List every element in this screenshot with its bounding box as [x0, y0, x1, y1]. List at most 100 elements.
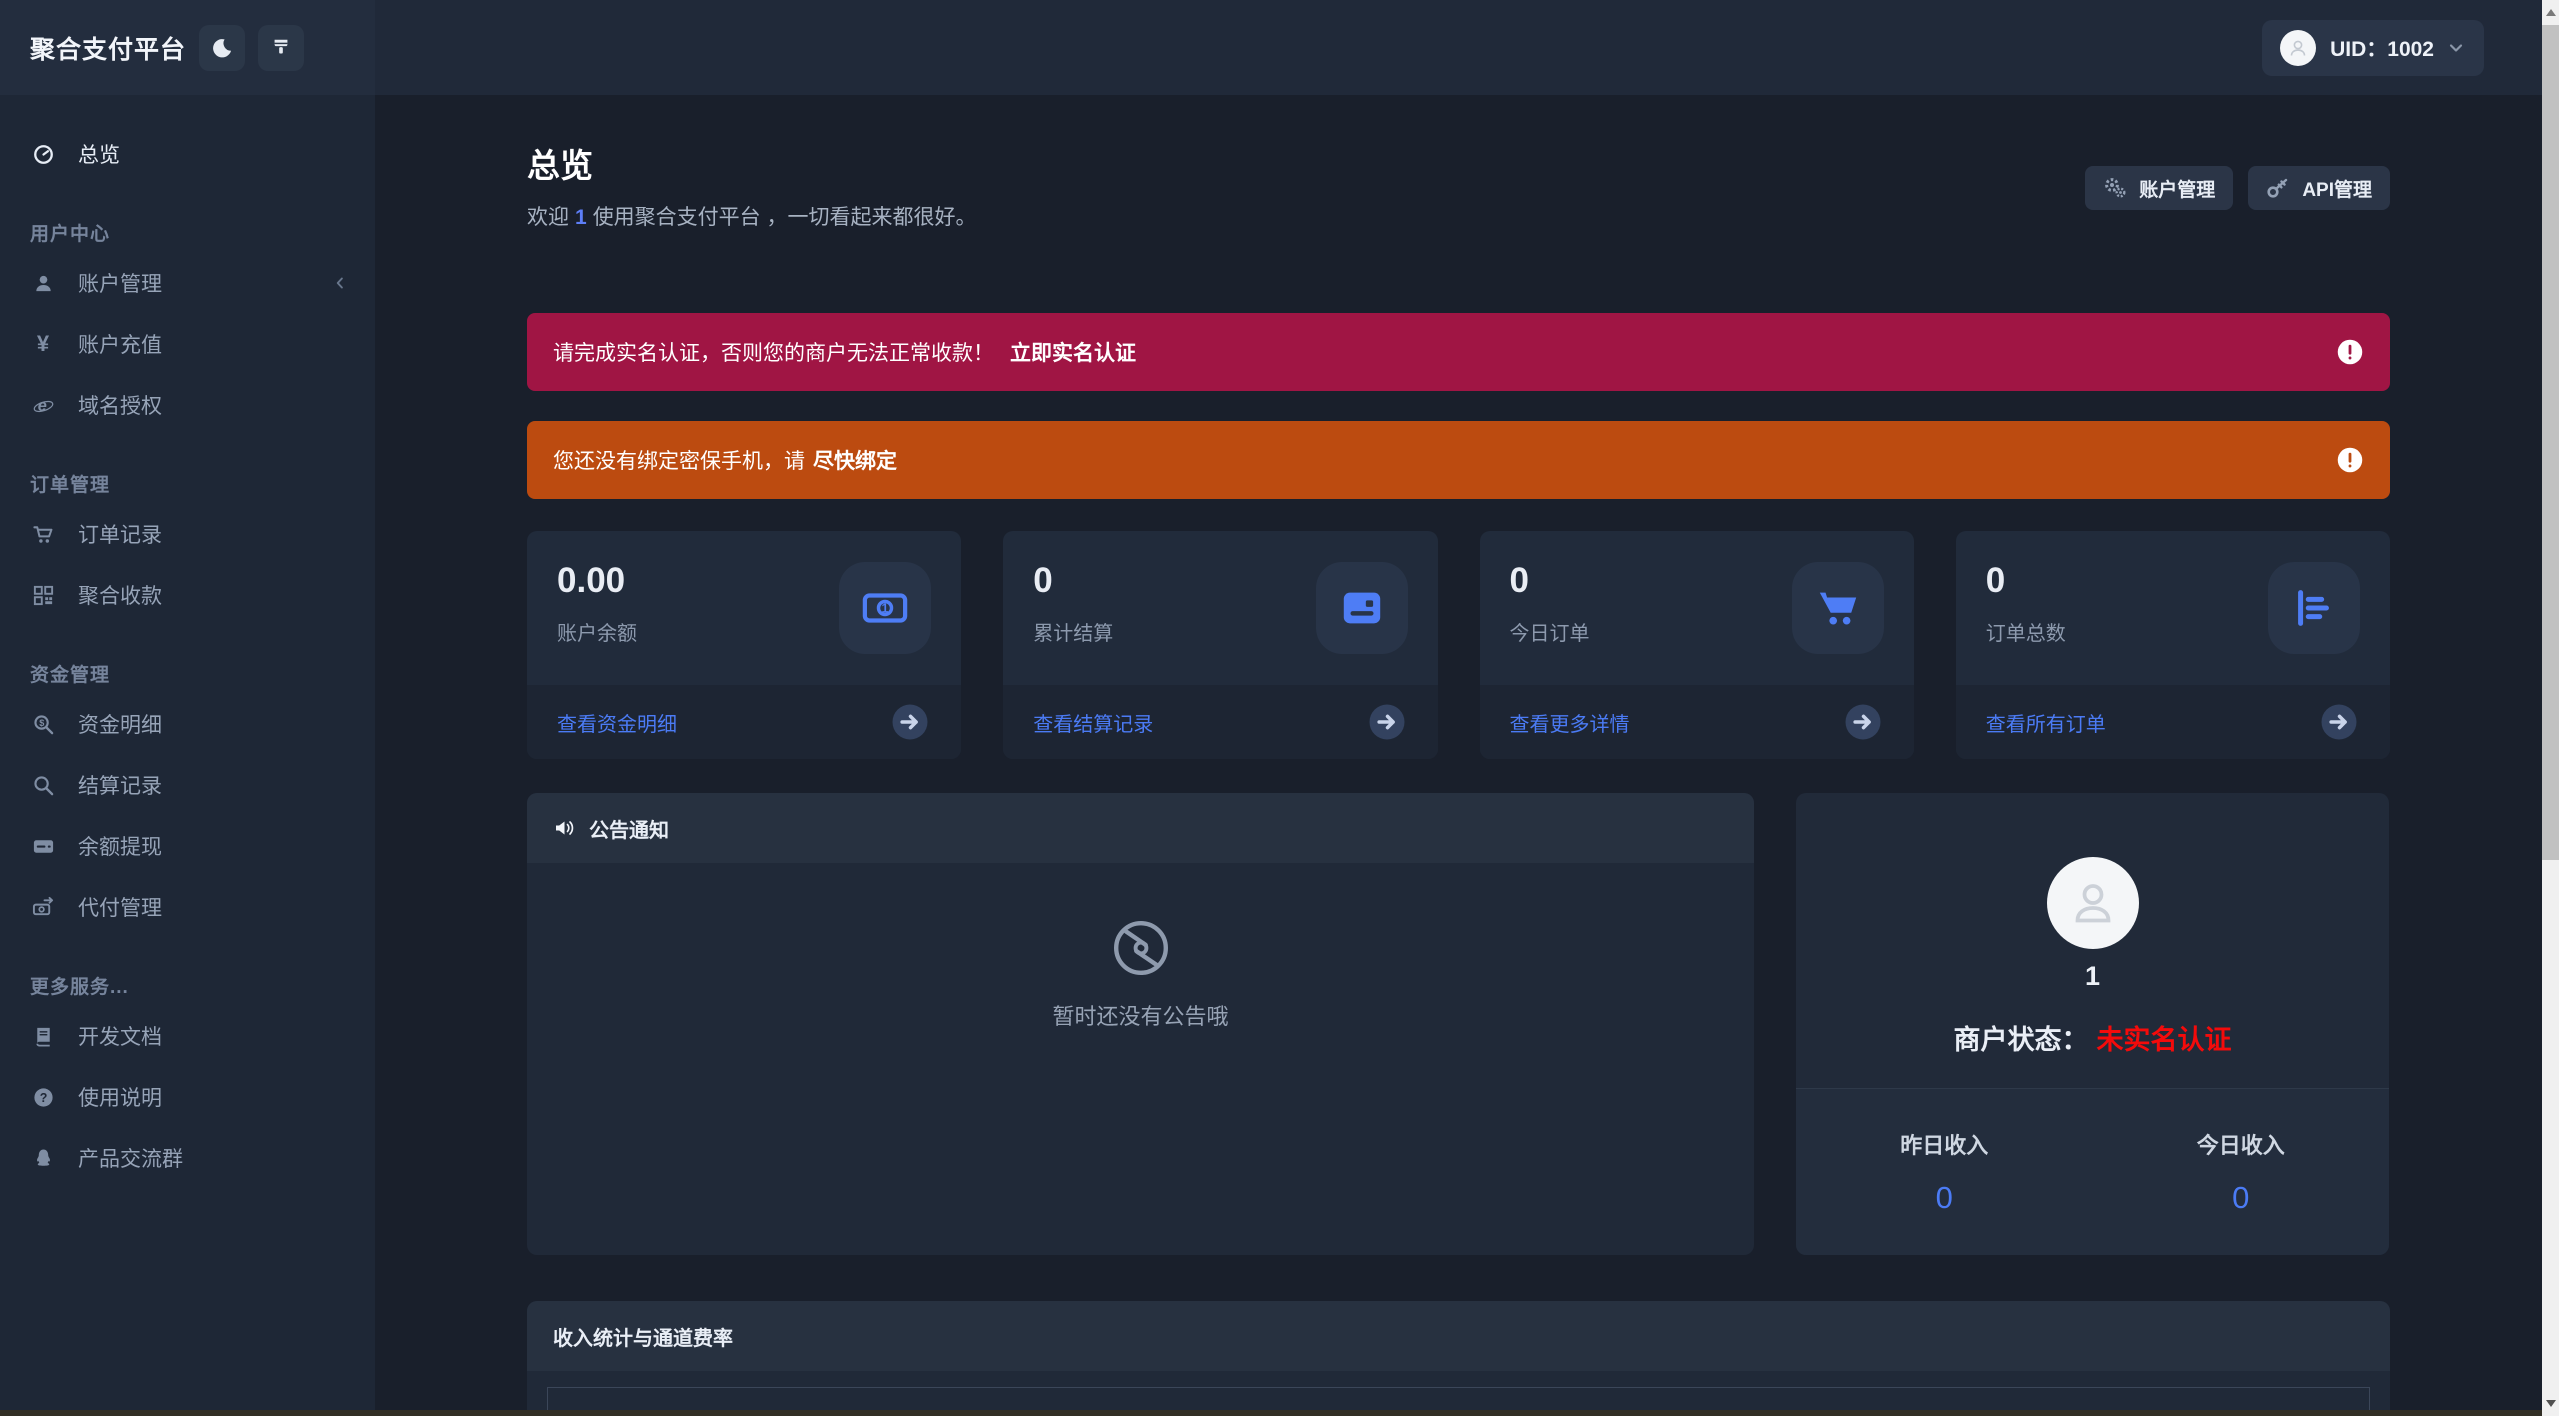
merchant-count: 1	[2084, 961, 2101, 991]
sidebar-item-dev-docs[interactable]: 开发文档	[0, 1009, 375, 1063]
today-orders-card-link[interactable]: 查看更多详情	[1479, 685, 1914, 759]
banknote-icon: 1	[839, 562, 932, 654]
merchant-panel-top: 1 商户状态： 未实名认证	[1796, 793, 2389, 1088]
exclamation-circle-icon	[2336, 446, 2364, 474]
merchant-status-label: 商户状态：	[1953, 1025, 2089, 1055]
sidebar-item-label: 使用说明	[78, 1087, 162, 1110]
sidebar-item-label: 结算记录	[78, 775, 162, 798]
bind-phone-alert-link[interactable]: 尽快绑定	[813, 445, 897, 475]
realname-alert-text: 请完成实名认证，否则您的商户无法正常收款！	[553, 342, 994, 365]
credit-card-icon	[30, 835, 56, 858]
user-menu[interactable]: UID：1002	[2262, 19, 2484, 76]
cart-icon	[30, 523, 56, 546]
scrollbar[interactable]	[2542, 0, 2559, 1416]
scrollbar-down-arrow[interactable]	[2542, 1391, 2559, 1416]
page-title: 总览	[527, 147, 593, 184]
account-management-button[interactable]: 账户管理	[2085, 166, 2234, 210]
yen-icon: ¥	[36, 331, 50, 356]
account-management-label: 账户管理	[2139, 179, 2216, 201]
balance-card-body: 0.00 账户余额 1	[527, 531, 961, 685]
sidebar-item-account-management[interactable]: 账户管理	[0, 256, 375, 310]
app-title: 聚合支付平台	[30, 35, 187, 64]
chevron-down-icon	[2446, 38, 2466, 58]
settlement-link-label: 查看结算记录	[1033, 713, 1154, 736]
welcome-line: 欢迎 1 使用聚合支付平台 ，一切看起来都很好。	[527, 201, 977, 231]
qrcode-icon	[30, 584, 56, 607]
yesterday-income: 昨日收入 0	[1796, 1128, 2093, 1216]
gauge-icon	[30, 143, 56, 166]
arrow-circle-right-icon	[1366, 701, 1408, 743]
arrow-circle-right-icon	[2318, 701, 2360, 743]
sidebar-item-label: 代付管理	[78, 897, 162, 920]
question-circle-icon: ?	[30, 1086, 56, 1109]
today-orders-card-body: 0 今日订单	[1480, 531, 1914, 685]
sidebar-item-payout-management[interactable]: 代付管理	[0, 880, 375, 934]
yesterday-income-label: 昨日收入	[1900, 1133, 1989, 1158]
settlement-card: 0 累计结算 查看结算记录	[1003, 531, 1438, 759]
sidebar-item-label: 域名授权	[78, 395, 162, 418]
sidebar-item-aggregate-collect[interactable]: 聚合收款	[0, 568, 375, 622]
key-icon	[2266, 176, 2290, 200]
settlement-card-link[interactable]: 查看结算记录	[1003, 685, 1438, 759]
paint-brush-icon	[270, 37, 292, 59]
sidebar-item-label: 资金明细	[78, 714, 162, 737]
balance-link-label: 查看资金明细	[557, 713, 677, 736]
announcement-panel: 公告通知 暂时还没有公告哦	[527, 793, 1754, 1255]
scrollbar-thumb[interactable]	[2542, 25, 2559, 860]
sidebar-item-label: 余额提现	[78, 836, 162, 859]
search-icon	[30, 774, 56, 797]
speaker-icon	[553, 816, 577, 840]
sidebar-group-title-user-center: 用户中心	[30, 224, 111, 245]
page-head: 总览 欢迎 1 使用聚合支付平台 ，一切看起来都很好。 账户管理 API管理	[527, 139, 2390, 231]
no-data-icon	[1110, 917, 1172, 979]
welcome-user: 1	[575, 206, 587, 229]
gears-icon	[2103, 176, 2127, 200]
search-dollar-icon: $	[30, 713, 56, 736]
merchant-status-line: 商户状态： 未实名认证	[1954, 1018, 2232, 1057]
sidebar-item-usage-guide[interactable]: ? 使用说明	[0, 1070, 375, 1124]
id-card-icon	[1315, 562, 1408, 654]
sidebar-item-label: 账户管理	[78, 273, 162, 296]
sidebar-item-settlement-records[interactable]: 结算记录	[0, 758, 375, 812]
bar-chart-icon	[2268, 562, 2360, 654]
stat-cards-row: 0.00 账户余额 1 查看资金明细 0 累计结算 查看结算记录 0 今日订单 …	[527, 531, 2390, 759]
today-orders-card: 0 今日订单 查看更多详情	[1479, 531, 1914, 759]
bind-phone-alert: 您还没有绑定密保手机，请 尽快绑定	[527, 421, 2390, 499]
sidebar-item-balance-withdraw[interactable]: 余额提现	[0, 819, 375, 873]
api-management-button[interactable]: API管理	[2248, 166, 2390, 210]
today-income: 今日收入 0	[2093, 1128, 2390, 1216]
svg-text:1: 1	[882, 601, 889, 615]
panels-row: 公告通知 暂时还没有公告哦 1 商户状态： 未实名认证 昨日收入 0 今日收入 …	[527, 793, 2390, 1255]
total-orders-card: 0 订单总数 查看所有订单	[1955, 531, 2390, 759]
sidebar-item-label: 产品交流群	[78, 1148, 183, 1171]
header-brand-area: 聚合支付平台	[0, 0, 375, 95]
announcement-title: 公告通知	[589, 819, 669, 842]
exclamation-circle-icon	[2336, 338, 2364, 366]
sidebar-item-account-recharge[interactable]: ¥ 账户充值	[0, 317, 375, 371]
scrollbar-up-arrow[interactable]	[2542, 0, 2559, 25]
api-management-label: API管理	[2302, 179, 2372, 201]
book-icon	[30, 1025, 56, 1048]
globe-e-icon: e	[30, 394, 56, 417]
moon-icon	[211, 37, 233, 59]
sidebar-item-order-records[interactable]: 订单记录	[0, 507, 375, 561]
top-header: 聚合支付平台 UID：1002	[0, 0, 2542, 95]
sidebar-item-label: 账户充值	[78, 334, 162, 357]
sidebar-item-product-group[interactable]: 产品交流群	[0, 1131, 375, 1185]
arrow-circle-right-icon	[889, 701, 931, 743]
total-orders-card-link[interactable]: 查看所有订单	[1955, 685, 2390, 759]
header-right-area: UID：1002	[375, 0, 2542, 95]
dark-mode-button[interactable]	[199, 24, 246, 71]
realname-alert-link[interactable]: 立即实名认证	[1010, 337, 1136, 367]
today-orders-link-label: 查看更多详情	[1509, 713, 1630, 736]
sidebar-item-domain-auth[interactable]: e 域名授权	[0, 378, 375, 432]
sidebar-item-fund-details[interactable]: $ 资金明细	[0, 697, 375, 751]
balance-card-link[interactable]: 查看资金明细	[527, 685, 962, 759]
sidebar-item-overview[interactable]: 总览	[0, 127, 375, 181]
merchant-avatar	[2046, 857, 2139, 949]
theme-brush-button[interactable]	[258, 24, 305, 71]
today-income-value: 0	[2232, 1180, 2250, 1215]
uid-label: UID：1002	[2330, 37, 2434, 61]
head-actions: 账户管理 API管理	[2085, 166, 2390, 210]
main-content: 总览 欢迎 1 使用聚合支付平台 ，一切看起来都很好。 账户管理 API管理 请…	[375, 95, 2542, 1416]
